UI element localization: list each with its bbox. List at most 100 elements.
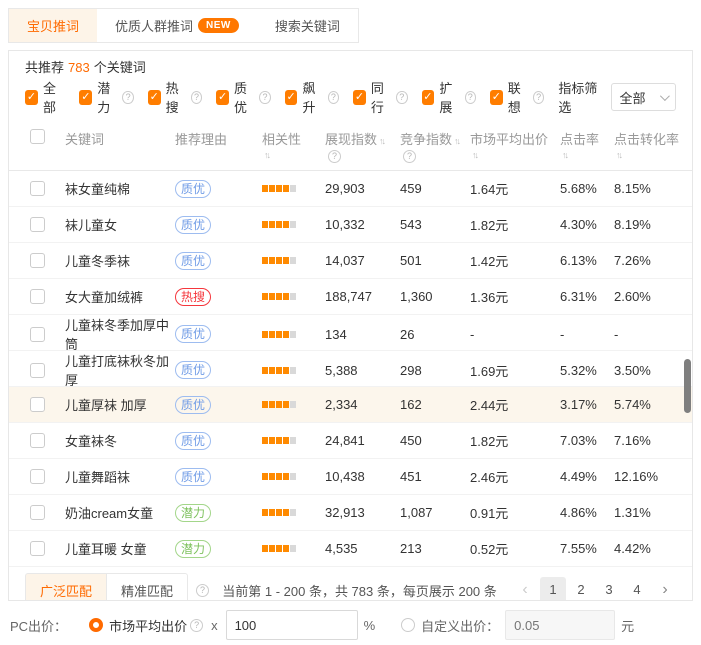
row-checkbox[interactable] — [30, 469, 45, 484]
ctr-cell: 5.68% — [560, 181, 614, 196]
market-bid-help-icon[interactable]: ? — [190, 619, 203, 632]
help-icon[interactable]: ? — [465, 91, 476, 104]
row-checkbox[interactable] — [30, 289, 45, 304]
help-icon[interactable]: ? — [533, 91, 544, 104]
page-button-1[interactable]: 1 — [540, 577, 566, 601]
row-checkbox[interactable] — [30, 217, 45, 232]
reason-badge: 质优 — [175, 432, 211, 450]
ctr-cell: 3.17% — [560, 397, 614, 412]
filter-checkbox-2[interactable]: ✓潜力? — [79, 78, 133, 116]
help-icon[interactable]: ? — [328, 150, 341, 163]
relevance-bars — [262, 331, 325, 338]
market-bid-radio[interactable] — [89, 618, 103, 632]
column-label: 相关性 — [262, 129, 325, 148]
bid-settings-row: PC出价： 市场平均出价 ? x % 自定义出价： 元 — [10, 610, 634, 640]
table-body: 袜女童纯棉质优29,9034591.64元5.68%8.15%袜儿童女质优10,… — [9, 171, 692, 567]
checkbox-checked-icon[interactable]: ✓ — [216, 90, 229, 105]
market-bid-percent-input[interactable] — [226, 610, 358, 640]
relevance-bar — [276, 401, 282, 408]
avg-bid-cell: - — [470, 327, 560, 342]
sort-icon[interactable]: ↑↓ — [454, 136, 459, 146]
broad-match-button[interactable]: 广泛匹配 — [25, 573, 107, 602]
competition-cell: 162 — [400, 397, 470, 412]
metric-filter-select[interactable]: 全部 — [611, 83, 677, 111]
sort-icon[interactable]: ↑↓ — [264, 150, 269, 160]
checkbox-checked-icon[interactable]: ✓ — [25, 90, 38, 105]
column-label: 市场平均出价 — [470, 129, 560, 148]
impression-cell: 29,903 — [325, 181, 400, 196]
help-icon[interactable]: ? — [259, 91, 270, 104]
column-label-text: 点击转化率 — [614, 132, 679, 147]
competition-cell: 26 — [400, 327, 470, 342]
filter-label: 联想 — [508, 78, 530, 116]
column-label-text: 推荐理由 — [175, 132, 227, 147]
filter-checkbox-3[interactable]: ✓热搜? — [148, 78, 202, 116]
scrollbar-thumb[interactable] — [684, 359, 691, 413]
column-header-impression: 展现指数↑↓? — [325, 129, 400, 163]
page-button-3[interactable]: 3 — [596, 577, 622, 601]
keyword-count: 783 — [68, 60, 90, 75]
checkbox-checked-icon[interactable]: ✓ — [490, 90, 503, 105]
custom-bid-radio[interactable] — [401, 618, 415, 632]
reason-badge: 质优 — [175, 361, 211, 379]
select-all-checkbox[interactable] — [30, 129, 45, 144]
sort-icon[interactable]: ↑↓ — [472, 150, 477, 160]
impression-cell: 188,747 — [325, 289, 400, 304]
filter-checkbox-5[interactable]: ✓飙升? — [285, 78, 339, 116]
checkbox-checked-icon[interactable]: ✓ — [285, 90, 298, 105]
reason-badge: 潜力 — [175, 504, 211, 522]
checkbox-checked-icon[interactable]: ✓ — [422, 90, 435, 105]
filter-checkbox-1[interactable]: ✓ 全部 — [25, 78, 65, 116]
help-icon[interactable]: ? — [122, 91, 133, 104]
row-checkbox[interactable] — [30, 181, 45, 196]
checkbox-checked-icon[interactable]: ✓ — [148, 90, 161, 105]
relevance-bars — [262, 401, 325, 408]
checkbox-checked-icon[interactable]: ✓ — [353, 90, 366, 105]
row-checkbox[interactable] — [30, 397, 45, 412]
help-icon[interactable]: ? — [191, 91, 202, 104]
tab-3[interactable]: 搜索关键词 — [257, 9, 358, 42]
cvr-cell: 1.31% — [614, 505, 684, 520]
row-checkbox[interactable] — [30, 433, 45, 448]
reason-badge: 热搜 — [175, 288, 211, 306]
cvr-cell: 3.50% — [614, 363, 684, 378]
relevance-bar — [290, 257, 296, 264]
sort-icon[interactable]: ↑↓ — [379, 136, 384, 146]
tab-2[interactable]: 优质人群推词NEW — [97, 9, 257, 42]
relevance-bar — [262, 257, 268, 264]
prev-page-icon[interactable]: ‹ — [512, 577, 538, 601]
filter-label: 全部 — [43, 78, 65, 116]
exact-match-button[interactable]: 精准匹配 — [106, 573, 188, 602]
filter-checkbox-7[interactable]: ✓扩展? — [422, 78, 476, 116]
tab-1[interactable]: 宝贝推词 — [9, 9, 97, 42]
page-button-4[interactable]: 4 — [624, 577, 650, 601]
help-icon[interactable]: ? — [328, 91, 339, 104]
checkbox-checked-icon[interactable]: ✓ — [79, 90, 92, 105]
custom-bid-input[interactable] — [505, 610, 615, 640]
ctr-cell: 6.13% — [560, 253, 614, 268]
relevance-bar — [269, 331, 275, 338]
row-checkbox[interactable] — [30, 505, 45, 520]
help-icon[interactable]: ? — [396, 91, 407, 104]
filter-checkbox-6[interactable]: ✓同行? — [353, 78, 407, 116]
keyword-panel: 共推荐783个关键词 ✓全部✓潜力?✓热搜?✓质优?✓飙升?✓同行?✓扩展?✓联… — [8, 50, 693, 601]
relevance-bar — [276, 221, 282, 228]
relevance-bars — [262, 545, 325, 552]
row-checkbox[interactable] — [30, 327, 45, 342]
help-icon[interactable]: ? — [403, 150, 416, 163]
row-checkbox[interactable] — [30, 541, 45, 556]
sort-icon[interactable]: ↑↓ — [616, 150, 621, 160]
filter-checkbox-4[interactable]: ✓质优? — [216, 78, 270, 116]
relevance-bar — [290, 509, 296, 516]
filter-checkbox-8[interactable]: ✓ 联想? — [490, 78, 544, 116]
next-page-icon[interactable]: › — [652, 577, 678, 601]
relevance-bars — [262, 221, 325, 228]
avg-bid-cell: 1.42元 — [470, 251, 560, 270]
sort-icon[interactable]: ↑↓ — [562, 150, 567, 160]
page-button-2[interactable]: 2 — [568, 577, 594, 601]
match-help-icon[interactable]: ? — [196, 584, 209, 597]
row-checkbox[interactable] — [30, 363, 45, 378]
row-checkbox[interactable] — [30, 253, 45, 268]
avg-bid-cell: 1.82元 — [470, 215, 560, 234]
relevance-bar — [262, 293, 268, 300]
